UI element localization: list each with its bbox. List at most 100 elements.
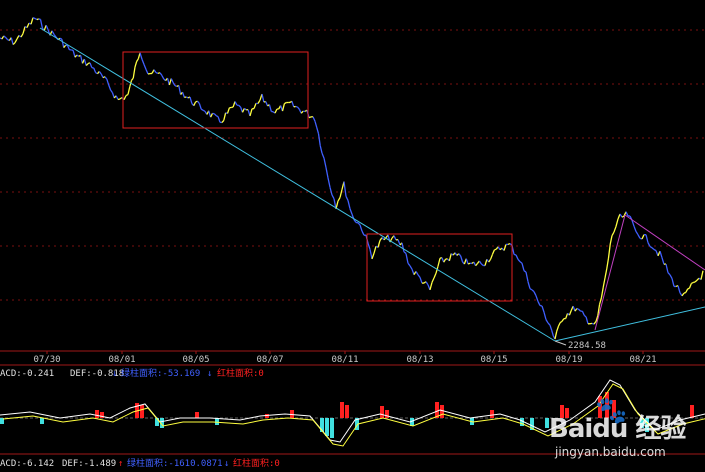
price-segment	[141, 59, 145, 65]
red-bar	[440, 405, 444, 418]
price-segment	[635, 231, 639, 236]
price-segment	[677, 285, 681, 293]
price-segment	[108, 84, 112, 91]
price-segment	[604, 268, 608, 279]
price-segment	[143, 64, 147, 70]
price-segment	[321, 152, 325, 159]
price-segment	[541, 305, 545, 313]
price-segment	[98, 71, 102, 75]
price-segment	[549, 325, 553, 331]
price-segment	[51, 30, 55, 35]
price-segment	[317, 133, 321, 146]
macd-label-1: ACD:-0.241	[0, 369, 54, 379]
price-segment	[409, 265, 413, 270]
down-arrow-2: ↓	[224, 459, 229, 469]
price-segment	[74, 54, 78, 58]
price-segment	[39, 19, 44, 29]
chart-window: 2284.58 07/30 08/01 08/05 08/07 08/11 08/13 08…	[0, 0, 705, 472]
price-segment	[45, 24, 49, 30]
red-bar	[195, 412, 199, 418]
price-segment	[59, 37, 63, 40]
price-segment	[443, 258, 447, 263]
x-tick-label: 08/05	[182, 355, 209, 365]
price-segment	[578, 308, 582, 312]
price-segment	[369, 249, 373, 260]
red-bar	[95, 410, 99, 418]
price-segment	[215, 115, 219, 118]
red-bar	[140, 405, 144, 418]
price-segment	[557, 322, 561, 327]
price-segment	[130, 77, 134, 81]
price-segment	[20, 33, 24, 38]
price-segment	[76, 54, 80, 57]
price-segment	[407, 262, 411, 267]
price-segment	[523, 270, 527, 273]
up-trend-line	[554, 306, 705, 342]
price-segment	[547, 322, 551, 326]
price-segment	[405, 253, 409, 264]
price-segment	[583, 314, 587, 318]
price-segment	[649, 245, 653, 249]
price-segment	[106, 79, 110, 86]
price-segment	[127, 86, 131, 95]
price-segment	[617, 213, 621, 220]
price-segment	[488, 258, 492, 263]
price-segment	[687, 287, 690, 290]
price-segment	[300, 110, 304, 114]
price-segment	[525, 271, 529, 282]
price-segment	[284, 101, 287, 105]
price-segment	[651, 247, 655, 251]
price-segment	[613, 226, 617, 233]
price-segment	[581, 310, 585, 316]
price-segment	[249, 108, 253, 117]
up-arrow-2: ↑	[118, 459, 123, 469]
price-segment	[291, 101, 295, 108]
price-segment	[210, 113, 214, 118]
down-trend-line	[39, 27, 556, 342]
price-segment	[178, 85, 182, 95]
low-marker	[554, 340, 567, 346]
red-bar	[490, 410, 494, 418]
price-segment	[521, 263, 525, 271]
price-segment	[132, 66, 136, 79]
price-segment	[274, 108, 278, 114]
price-segment	[208, 110, 212, 118]
price-segment	[600, 287, 604, 298]
price-segment	[349, 208, 353, 215]
price-segment	[329, 187, 333, 196]
price-segment	[159, 72, 163, 76]
watermark-logo: Baidu 经验	[549, 414, 686, 444]
price-segment	[367, 242, 371, 250]
green-bar	[325, 418, 329, 436]
price-segment	[38, 18, 41, 21]
red-bar	[345, 405, 349, 418]
price-segment	[331, 194, 335, 200]
price-segment	[14, 38, 18, 44]
price-segment	[517, 258, 521, 263]
low-annotation: 2284.58	[568, 341, 606, 351]
price-segment	[615, 218, 619, 227]
price-segment	[480, 263, 484, 266]
price-segment	[213, 113, 217, 117]
price-segment	[545, 319, 549, 324]
price-segment	[168, 78, 172, 86]
price-segment	[226, 107, 230, 114]
red-area-label-1: 红柱面积:0	[217, 367, 264, 379]
price-segment	[5, 37, 8, 40]
price-segment	[172, 82, 176, 87]
price-segment	[419, 277, 423, 284]
price-segment	[345, 196, 349, 201]
price-segment	[243, 107, 247, 111]
x-tick-label: 08/01	[108, 355, 135, 365]
price-segment	[30, 17, 34, 25]
price-segment	[585, 316, 589, 324]
price-segment	[503, 244, 507, 251]
price-segment	[10, 37, 14, 45]
price-segment	[467, 262, 471, 265]
price-segment	[491, 249, 495, 255]
price-segment	[527, 281, 531, 289]
x-tick-label: 08/11	[331, 355, 358, 365]
price-segment	[323, 157, 327, 168]
price-segment	[665, 263, 669, 273]
x-tick-label: 08/07	[256, 355, 283, 365]
